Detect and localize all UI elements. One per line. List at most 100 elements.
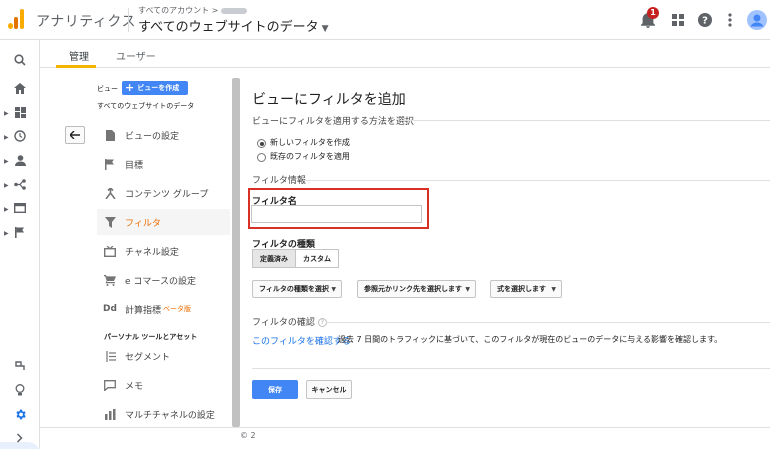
nav-item-calculated-metrics[interactable]: Dd 計算指標 ベータ版 [97, 296, 230, 322]
create-view-button[interactable]: + ビューを作成 [122, 81, 188, 95]
verify-filter-link[interactable]: このフィルタを確認する [252, 334, 351, 347]
redacted-account [221, 7, 248, 14]
method-section-label: ビューにフィルタを適用する方法を選択 [252, 117, 414, 127]
tab-users[interactable]: ユーザー [116, 48, 156, 63]
top-app-bar: アナリティクス すべてのアカウント > すべてのウェブサイトのデータ ▼ 1 ? [0, 0, 770, 40]
nav-item-label: e コマースの設定 [125, 276, 196, 287]
left-nav-rail: ▶ ▶ ▶ ▶ ▶ ▶ [0, 40, 40, 449]
flag-icon [103, 157, 117, 171]
save-button[interactable]: 保存 [252, 380, 298, 399]
nav-item-label: メモ [125, 381, 144, 392]
create-view-label: ビューを作成 [137, 84, 180, 92]
nav-item-label: ビューの設定 [125, 131, 180, 142]
verify-section-label: フィルタの確認? [252, 315, 327, 328]
section-divider [252, 368, 770, 369]
nav-item-label: フィルタ [125, 218, 161, 229]
verify-label-text: フィルタの確認 [252, 318, 315, 328]
dropdown-label: 式を選択します [497, 285, 546, 293]
nav-item-ecommerce-settings[interactable]: e コマースの設定 [97, 267, 230, 293]
audience-person-icon[interactable] [8, 150, 32, 170]
attribution-icon[interactable] [8, 356, 32, 376]
filter-type-dropdown[interactable]: フィルタの種類を選択 ▼ [252, 280, 342, 298]
section-divider [326, 322, 770, 323]
header-divider [128, 8, 129, 32]
nav-item-segments[interactable]: セグメント [97, 343, 230, 369]
search-icon[interactable] [8, 50, 32, 70]
footer-bar [40, 427, 770, 449]
property-selector[interactable]: すべてのウェブサイトのデータ ▼ [138, 16, 329, 35]
help-icon[interactable]: ? [695, 10, 715, 30]
content-group-icon [103, 186, 117, 200]
caret-down-icon: ▼ [465, 285, 470, 293]
nav-item-goals[interactable]: 目標 [97, 151, 230, 177]
account-breadcrumb[interactable]: すべてのアカウント > [138, 5, 248, 16]
cart-icon [103, 273, 117, 287]
caret-down-icon: ▼ [331, 285, 336, 293]
customization-icon[interactable] [8, 102, 32, 122]
nav-item-channel-settings[interactable]: チャネル設定 [97, 238, 230, 264]
property-title: すべてのウェブサイトのデータ [138, 20, 319, 35]
collapse-chevron-icon[interactable] [8, 428, 32, 448]
dropdown-label: フィルタの種類を選択 [259, 285, 329, 293]
caret-down-icon: ▼ [321, 24, 329, 34]
nav-item-filters[interactable]: フィルタ [97, 209, 230, 235]
arrow-left-icon [70, 131, 80, 139]
breadcrumb-text: すべてのアカウント > [138, 6, 219, 15]
nav-scrollbar[interactable] [232, 78, 240, 427]
apps-grid-icon[interactable] [668, 10, 688, 30]
analytics-logo[interactable] [8, 9, 26, 29]
nav-item-annotations[interactable]: メモ [97, 372, 230, 398]
notifications-icon[interactable]: 1 [638, 7, 659, 30]
caret-down-icon: ▼ [551, 285, 556, 293]
behavior-icon[interactable] [8, 198, 32, 218]
svg-text:?: ? [702, 16, 708, 27]
filter-name-input[interactable] [251, 205, 422, 223]
document-icon [103, 128, 117, 142]
nav-item-content-grouping[interactable]: コンテンツ グループ [97, 180, 230, 206]
radio-create-new-filter[interactable] [257, 139, 266, 148]
filter-type-custom-button[interactable]: カスタム [295, 249, 339, 268]
section-divider [400, 120, 770, 121]
nav-item-label: チャネル設定 [125, 247, 179, 258]
filter-icon [103, 215, 117, 229]
realtime-clock-icon[interactable] [8, 126, 32, 146]
nav-item-view-settings[interactable]: ビューの設定 [97, 122, 230, 148]
expression-dropdown[interactable]: 式を選択します ▼ [490, 280, 562, 298]
radio-apply-existing-filter[interactable] [257, 153, 266, 162]
verify-description: 過去 7 日間のトラフィックに基づいて、このフィルタが現在のビューのデータに与え… [338, 335, 723, 344]
beta-badge: ベータ版 [163, 305, 192, 313]
view-name: すべてのウェブサイトのデータ [97, 102, 195, 110]
home-icon[interactable] [8, 78, 32, 98]
info-section-label: フィルタ情報 [252, 176, 306, 186]
discover-lightbulb-icon[interactable] [8, 380, 32, 400]
notification-badge: 1 [647, 7, 659, 19]
back-button[interactable] [65, 126, 85, 144]
admin-gear-icon[interactable] [8, 404, 32, 424]
page-title: ビューにフィルタを追加 [252, 92, 406, 108]
nav-item-label: マルチチャネルの設定 [125, 410, 215, 421]
memo-icon [103, 378, 117, 392]
cancel-button[interactable]: キャンセル [306, 380, 352, 399]
acquisition-icon[interactable] [8, 174, 32, 194]
dd-icon: Dd [103, 304, 117, 314]
filter-type-predefined-button[interactable]: 定義済み [252, 249, 296, 268]
nav-item-label: 計算指標 [125, 305, 162, 316]
admin-tabs: 管理 ユーザー [40, 40, 770, 68]
radio-label-apply-existing: 既存のフィルタを適用 [270, 152, 350, 161]
source-destination-dropdown[interactable]: 参照元かリンク先を選択します ▼ [357, 280, 476, 298]
nav-item-label: セグメント [125, 352, 171, 363]
more-vert-icon[interactable] [720, 10, 740, 30]
segment-icon [103, 349, 117, 363]
section-divider [304, 180, 770, 181]
tab-admin[interactable]: 管理 [69, 48, 89, 63]
view-label: ビュー [97, 85, 118, 93]
bar-chart-icon [103, 407, 117, 421]
nav-item-multichannel-settings[interactable]: マルチチャネルの設定 [97, 401, 230, 427]
radio-label-create-new: 新しいフィルタを作成 [270, 138, 350, 147]
account-avatar-icon[interactable] [746, 9, 768, 31]
plus-icon: + [125, 81, 135, 94]
conversions-flag-icon[interactable] [8, 222, 32, 242]
copyright-text: © 2 [240, 431, 256, 440]
channel-icon [103, 244, 117, 258]
dropdown-label: 参照元かリンク先を選択します [364, 285, 462, 293]
